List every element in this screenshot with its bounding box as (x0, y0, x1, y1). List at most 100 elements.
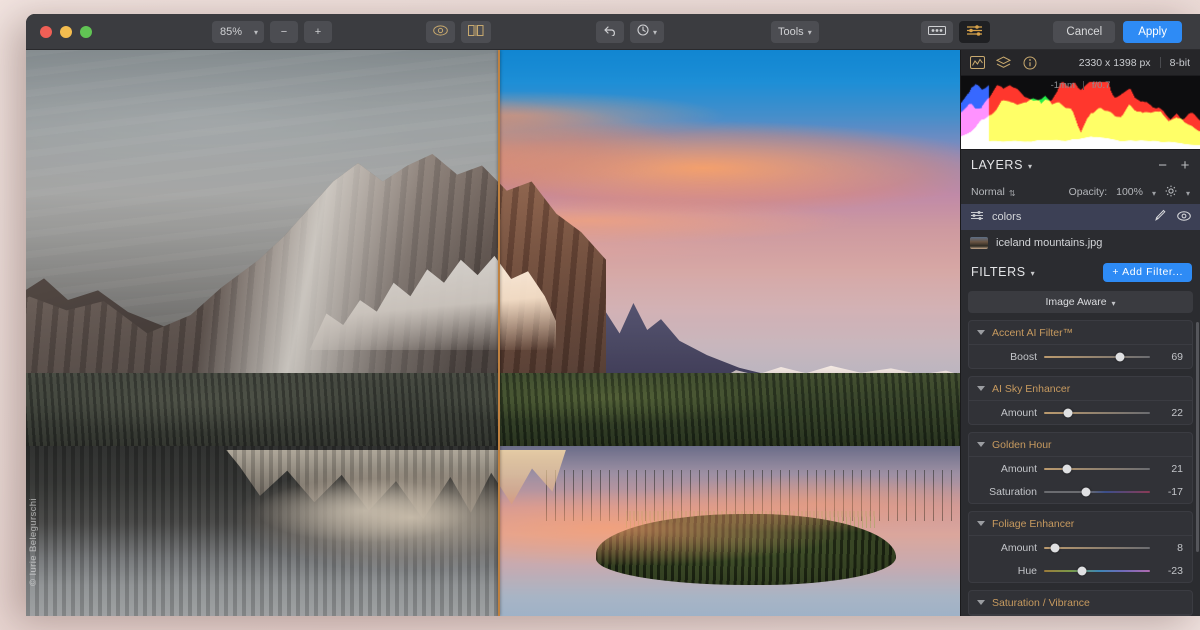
opacity-group: Opacity: 100% ▾ ▾ (1069, 185, 1190, 200)
slider-label: Amount (1000, 406, 1037, 419)
undo-arrow-icon (603, 25, 617, 39)
add-filter-button[interactable]: + Add Filter... (1103, 262, 1192, 282)
zoom-level-dropdown[interactable]: 85% ▾ (212, 20, 264, 43)
plus-icon: + (314, 25, 322, 38)
filter-card-header[interactable]: Saturation / Vibrance (969, 591, 1192, 615)
window-controls (40, 25, 92, 38)
slider-label: Boost (1010, 350, 1037, 363)
filter-slider-row[interactable]: Amount 22 (969, 401, 1192, 424)
tools-controls: Tools ▾ (771, 20, 819, 43)
info-circle-icon[interactable] (1021, 54, 1038, 71)
filter-slider-row[interactable]: Saturation -17 (969, 480, 1192, 503)
layer-row-colors[interactable]: colors (961, 204, 1200, 230)
view-controls (426, 20, 491, 43)
image-aware-dropdown[interactable]: Image Aware ▾ (968, 291, 1193, 313)
filters-scrollbar[interactable] (1196, 322, 1199, 552)
add-layer-button[interactable]: + (1181, 158, 1190, 173)
gear-icon[interactable] (1165, 185, 1177, 200)
histogram-panel[interactable]: -1mm f/0.7 (961, 76, 1200, 150)
cancel-button[interactable]: Cancel (1053, 20, 1116, 43)
apply-button[interactable]: Apply (1123, 20, 1182, 43)
chevron-down-icon[interactable]: ▾ (1186, 189, 1190, 198)
slider-knob[interactable] (1081, 487, 1091, 496)
image-canvas[interactable]: © Iurie Belegurschi (26, 50, 960, 616)
split-compare-button[interactable] (461, 20, 491, 43)
history-button[interactable]: ▾ (630, 20, 665, 43)
filter-card-header[interactable]: Foliage Enhancer (969, 512, 1192, 536)
opacity-value[interactable]: 100% (1116, 186, 1143, 198)
chevron-down-icon: ▾ (807, 28, 812, 37)
filter-card-header[interactable]: AI Sky Enhancer (969, 377, 1192, 401)
history-controls: ▾ (596, 20, 665, 43)
split-view-divider[interactable] (498, 50, 500, 616)
eye-icon[interactable] (1177, 210, 1191, 224)
chevron-down-icon[interactable]: ▾ (1031, 269, 1036, 278)
filter-card-header[interactable]: Accent AI Filter™ (969, 321, 1192, 345)
foreground-land (26, 372, 498, 447)
histogram-icon[interactable] (969, 54, 986, 71)
eye-icon (433, 24, 448, 39)
histogram-metadata: -1mm f/0.7 (961, 80, 1200, 91)
chevron-down-icon: ▾ (653, 28, 658, 37)
scene-after (498, 50, 960, 616)
filter-slider-row[interactable]: Amount 8 (969, 536, 1192, 559)
image-dimensions: 2330 x 1398 px (1078, 56, 1151, 69)
slider-knob[interactable] (1077, 566, 1087, 575)
slider-track[interactable] (1044, 543, 1150, 552)
chevron-down-icon[interactable]: ▾ (1028, 162, 1033, 171)
chevron-down-icon: ▾ (1111, 298, 1116, 308)
divider (1159, 57, 1161, 68)
tools-label: Tools (778, 25, 804, 38)
chevron-down-icon[interactable]: ▾ (1152, 189, 1156, 198)
slider-track[interactable] (1044, 408, 1150, 417)
slider-track[interactable] (1044, 487, 1150, 496)
aperture: f/0.7 (1091, 80, 1111, 91)
right-sidebar: 2330 x 1398 px 8-bit -1mm f/0.7 LAYERS ▾… (960, 50, 1200, 616)
history-clock-icon (637, 24, 649, 39)
islet-grass (626, 510, 876, 528)
minus-icon: − (280, 25, 288, 38)
panel-toggle-controls (921, 20, 990, 43)
divider (1082, 81, 1084, 90)
mountain-reflection (498, 449, 566, 520)
workspace: © Iurie Belegurschi 2330 x 1398 px 8-bit (26, 50, 1200, 616)
slider-knob[interactable] (1063, 408, 1073, 417)
presets-panel-button[interactable] (921, 20, 953, 43)
close-window-button[interactable] (40, 25, 52, 38)
zoom-in-button[interactable]: + (304, 20, 332, 43)
filter-slider-row[interactable]: Hue -23 (969, 559, 1192, 582)
tools-dropdown[interactable]: Tools ▾ (771, 20, 819, 43)
slider-track[interactable] (1044, 464, 1150, 473)
adjust-panel-button[interactable] (959, 20, 990, 43)
slider-track[interactable] (1044, 566, 1150, 575)
slider-knob[interactable] (1050, 543, 1060, 552)
zoom-controls: 85% ▾ − + (212, 20, 332, 43)
reed-reflections (546, 469, 960, 521)
triangle-collapse-icon (977, 600, 985, 605)
zoom-level-value: 85% (220, 25, 243, 38)
filter-slider-row[interactable]: Boost 69 (969, 345, 1192, 368)
filter-name: Foliage Enhancer (992, 517, 1075, 530)
filter-slider-row[interactable]: Amount 21 (969, 457, 1192, 480)
filters-list[interactable]: Image Aware ▾ Accent AI Filter™ Boost 69 AI… (961, 288, 1200, 616)
minimize-window-button[interactable] (60, 25, 72, 38)
layer-row-actions (1153, 209, 1191, 225)
slider-knob[interactable] (1115, 352, 1125, 361)
remove-layer-button[interactable]: − (1158, 158, 1167, 173)
slider-track[interactable] (1044, 352, 1150, 361)
preview-toggle-button[interactable] (426, 20, 455, 43)
updown-chevron-icon[interactable]: ⇅ (1009, 189, 1016, 198)
slider-value: 8 (1177, 541, 1183, 554)
undo-button[interactable] (596, 20, 624, 43)
slider-label: Saturation (989, 485, 1037, 498)
maximize-window-button[interactable] (80, 25, 92, 38)
layer-row-background[interactable]: iceland mountains.jpg (961, 230, 1200, 256)
zoom-out-button[interactable]: − (270, 20, 298, 43)
slider-knob[interactable] (1062, 464, 1072, 473)
foreground-land (498, 372, 960, 447)
blend-mode-value[interactable]: Normal (971, 186, 1005, 198)
brush-icon[interactable] (1153, 209, 1166, 225)
layers-stack-icon[interactable] (995, 54, 1012, 71)
filter-name: Accent AI Filter™ (992, 326, 1074, 339)
filter-card-header[interactable]: Golden Hour (969, 433, 1192, 457)
